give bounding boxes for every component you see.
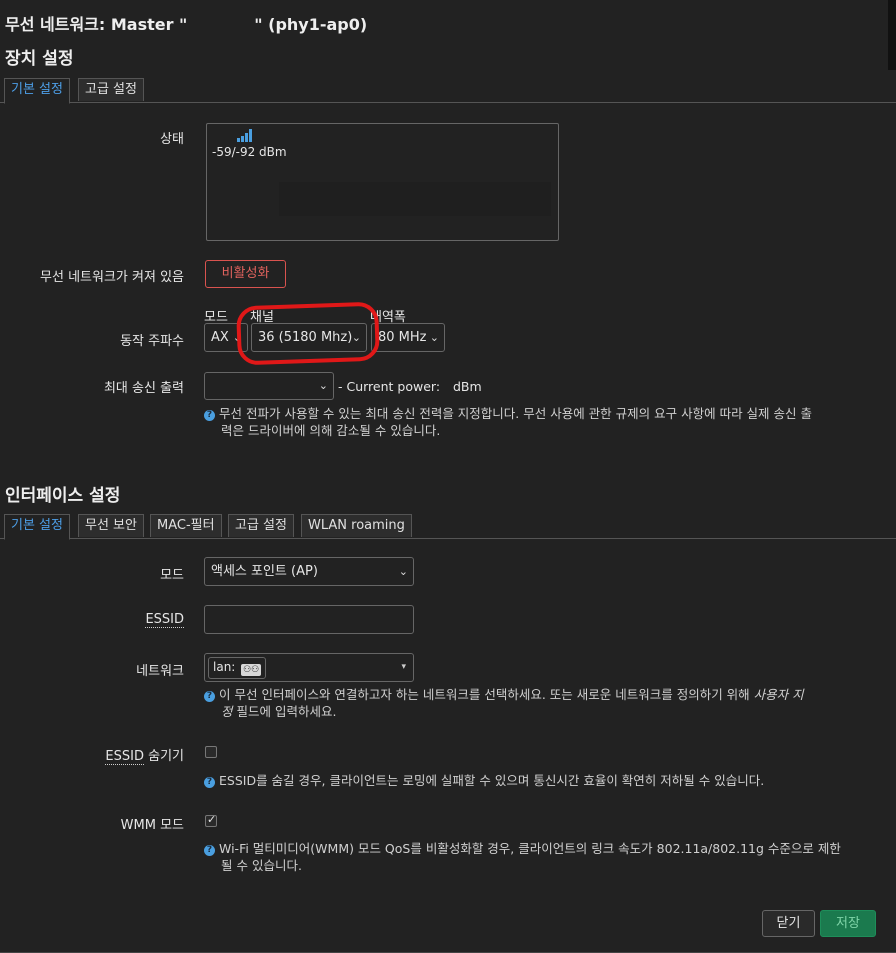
tab-iface-wlan-roaming[interactable]: WLAN roaming <box>301 514 412 537</box>
disable-button[interactable]: 비활성화 <box>205 260 286 288</box>
current-power-label: - Current power: <box>338 379 441 394</box>
tab-iface-mac-filter[interactable]: MAC-필터 <box>150 514 222 537</box>
wireless-enabled-label: 무선 네트워크가 켜져 있음 <box>40 270 184 285</box>
wmm-help: ? Wi-Fi 멀티미디어(WMM) 모드 QoS를 비활성화할 경우, 클라이언… <box>204 840 884 874</box>
device-section-heading: 장치 설정 <box>5 49 74 69</box>
save-button[interactable]: 저장 <box>820 910 876 937</box>
help-icon: ? <box>204 777 215 788</box>
close-button[interactable]: 닫기 <box>762 910 815 937</box>
status-box: -59/-92 dBm <box>206 123 559 241</box>
tab-device-general[interactable]: 기본 설정 <box>4 78 70 104</box>
operating-frequency-label: 동작 주파수 <box>120 334 184 349</box>
dialog-title: 무선 네트워크: Master " " (phy1-ap0) <box>5 15 368 34</box>
tx-power-select[interactable]: ⌄ <box>204 372 334 400</box>
wmm-mode-label: WMM 모드 <box>120 818 184 833</box>
essid-input[interactable] <box>204 605 414 634</box>
hide-essid-label: ESSID 숨기기 <box>105 749 184 765</box>
tab-iface-general[interactable]: 기본 설정 <box>4 514 70 540</box>
network-label: 네트워크 <box>136 664 184 679</box>
network-help: ? 이 무선 인터페이스와 연결하고자 하는 네트워크를 선택하세요. 또는 새로… <box>204 686 884 720</box>
signal-icon <box>237 129 252 142</box>
help-icon: ? <box>204 845 215 856</box>
interface-tabbar: 기본 설정 무선 보안 MAC-필터 고급 설정 WLAN roaming <box>0 514 896 540</box>
status-details <box>279 182 551 216</box>
hide-essid-help: ? ESSID를 숨길 경우, 클라이언트는 로밍에 실패할 수 있으며 통신시간… <box>204 772 884 789</box>
network-chip-lan[interactable]: lan: ⚇⚇ <box>208 657 267 679</box>
network-dropdown[interactable]: lan: ⚇⚇ ▾ <box>204 653 414 682</box>
help-icon: ? <box>204 691 215 702</box>
wmm-checkbox[interactable]: ✓ <box>205 813 217 827</box>
iface-mode-select[interactable]: 액세스 포인트 (AP) ⌄ <box>204 557 414 586</box>
device-tabbar: 기본 설정 고급 설정 <box>0 78 896 104</box>
tab-iface-advanced[interactable]: 고급 설정 <box>228 514 294 537</box>
caret-down-icon: ▾ <box>401 662 406 672</box>
hide-essid-checkbox[interactable] <box>205 746 217 758</box>
help-icon: ? <box>204 410 215 421</box>
max-tx-power-label: 최대 송신 출력 <box>103 381 184 396</box>
network-ports-icon: ⚇⚇ <box>241 664 262 676</box>
checkmark-icon: ✓ <box>207 813 217 826</box>
tx-power-help: ? 무선 전파가 사용할 수 있는 최대 송신 전력을 지정합니다. 무선 사용에… <box>204 405 884 439</box>
iface-mode-label: 모드 <box>160 568 184 583</box>
tab-iface-security[interactable]: 무선 보안 <box>78 514 144 537</box>
annotation-circle <box>236 301 380 366</box>
essid-label: ESSID <box>145 612 184 628</box>
status-label: 상태 <box>160 132 184 147</box>
interface-section-heading: 인터페이스 설정 <box>5 486 121 506</box>
mode-select-value: AX <box>211 330 229 345</box>
window-edge <box>888 0 896 70</box>
chevron-down-icon: ⌄ <box>429 331 439 344</box>
chevron-down-icon: ⌄ <box>318 379 328 392</box>
current-power-unit: dBm <box>453 379 482 394</box>
signal-strength: -59/-92 dBm <box>212 145 287 159</box>
width-select[interactable]: 80 MHz ⌄ <box>371 323 445 352</box>
chevron-down-icon: ⌄ <box>398 565 408 578</box>
tab-device-advanced[interactable]: 고급 설정 <box>78 78 144 101</box>
iface-mode-select-value: 액세스 포인트 (AP) <box>211 564 318 579</box>
width-select-value: 80 MHz <box>378 330 427 345</box>
